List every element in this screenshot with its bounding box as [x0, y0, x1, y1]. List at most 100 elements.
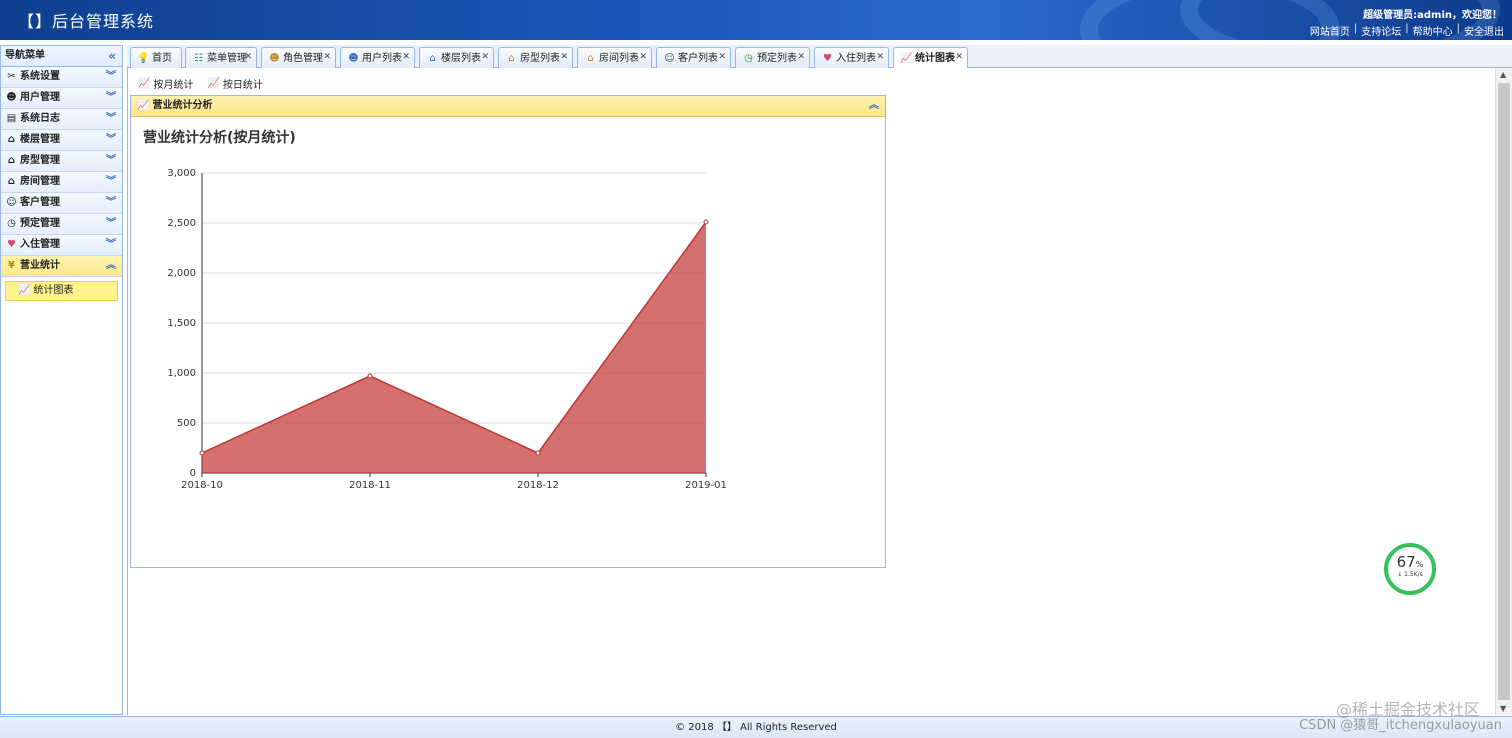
chevron-up-icon: ︽: [106, 260, 116, 271]
close-icon[interactable]: ✕: [955, 48, 963, 67]
sidebar-item-room-type-management[interactable]: ⌂ 房型管理 ︾: [1, 151, 122, 172]
house-icon: ⌂: [508, 52, 515, 64]
tab-checkin-list[interactable]: ♥ 入住列表 ✕: [814, 47, 889, 68]
heart-icon: ♥: [823, 52, 832, 64]
chart-icon: 📈: [207, 78, 220, 89]
sidebar-item-system-settings[interactable]: ✂ 系统设置 ︾: [1, 67, 122, 88]
y-tick-label: 2,000: [167, 268, 196, 279]
daily-stats-button[interactable]: 📈 按日统计: [207, 76, 262, 91]
tab-home[interactable]: 💡 首页: [130, 47, 182, 68]
tab-bar: 💡 首页 ☷ 菜单管理 ✕ ☻ 角色管理 ✕ ☻ 用户列表 ✕ ⌂ 楼层列表 ✕ ⌂ 房型列表 ✕ ⌂…: [127, 45, 1512, 69]
tab-stats-chart[interactable]: 📈 统计图表 ✕: [893, 47, 968, 69]
link-logout[interactable]: 安全退出: [1464, 23, 1504, 38]
clock-icon: ◷: [7, 218, 16, 229]
close-icon[interactable]: ✕: [797, 48, 805, 67]
panel-title: 营业统计分析: [152, 100, 213, 111]
scroll-thumb[interactable]: [1498, 83, 1510, 700]
chevron-down-icon: ︾: [106, 113, 116, 124]
role-icon: ☻: [269, 52, 280, 64]
sidebar-item-booking-management[interactable]: ◷ 预定管理 ︾: [1, 214, 122, 235]
data-point: [703, 219, 709, 225]
chevron-down-icon: ︾: [106, 92, 116, 103]
y-tick-label: 500: [177, 418, 196, 429]
close-icon[interactable]: ✕: [402, 48, 410, 67]
sidebar-item-room-management[interactable]: ⌂ 房间管理 ︾: [1, 172, 122, 193]
chevron-down-icon: ︾: [106, 134, 116, 145]
chevron-down-icon: ︾: [106, 239, 116, 250]
scroll-down-icon[interactable]: ▼: [1500, 704, 1506, 713]
y-tick-label: 3,000: [167, 168, 196, 179]
sidebar-item-floor-management[interactable]: ⌂ 楼层管理 ︾: [1, 130, 122, 151]
link-forum[interactable]: 支持论坛: [1361, 23, 1401, 38]
tab-room-list[interactable]: ⌂ 房间列表 ✕: [577, 47, 652, 68]
sidebar-item-business-stats[interactable]: ¥ 营业统计 ︽: [1, 256, 122, 277]
close-icon[interactable]: ✕: [244, 48, 252, 67]
panel-header: 📈 营业统计分析 ︽: [131, 96, 885, 117]
sidebar-item-user-management[interactable]: ☻ 用户管理 ︾: [1, 88, 122, 109]
close-icon[interactable]: ✕: [560, 48, 568, 67]
gauge-percent: 67: [1396, 553, 1416, 571]
link-help[interactable]: 帮助中心: [1413, 23, 1453, 38]
x-tick-label: 2018-12: [517, 480, 559, 491]
data-point: [367, 373, 373, 379]
series-area: [202, 222, 706, 473]
chart-icon: 📈: [138, 78, 151, 89]
header-links: 网站首页 | 支持论坛 | 帮助中心 | 安全退出: [1309, 23, 1504, 38]
tab-menu-management[interactable]: ☷ 菜单管理 ✕: [185, 47, 257, 68]
tools-icon: ✂: [7, 71, 16, 82]
chart-icon: 📈: [900, 53, 913, 64]
close-icon[interactable]: ✕: [639, 48, 647, 67]
toolbar: 📈 按月统计 📈 按日统计: [138, 76, 263, 91]
tab-customer-list[interactable]: ☺ 客户列表 ✕: [656, 47, 731, 68]
sidebar-title: 导航菜单: [5, 50, 45, 61]
sidebar: 导航菜单 « ✂ 系统设置 ︾ ☻ 用户管理 ︾ ▤ 系统日志 ︾ ⌂ 楼层管理 ︾ ⌂ 房型管理…: [0, 45, 123, 715]
tab-user-list[interactable]: ☻ 用户列表 ✕: [340, 47, 415, 68]
sidebar-subitem-stats-chart[interactable]: 📈 统计图表: [5, 281, 118, 301]
tab-booking-list[interactable]: ◷ 预定列表 ✕: [735, 47, 810, 68]
footer: © 2018 【】 All Rights Reserved: [0, 716, 1512, 738]
collapse-left-icon[interactable]: «: [108, 46, 116, 66]
chevron-down-icon: ︾: [106, 176, 116, 187]
y-tick-label: 1,000: [167, 368, 196, 379]
customer-icon: ☺: [664, 52, 675, 64]
link-home[interactable]: 网站首页: [1310, 23, 1350, 38]
watermark-csdn: CSDN @猿哥_itchengxulaoyuan: [1299, 718, 1502, 733]
chevron-up-icon[interactable]: ︽: [869, 96, 879, 116]
house-icon: ⌂: [587, 52, 594, 64]
chart-icon: 📈: [137, 100, 150, 111]
close-icon[interactable]: ✕: [481, 48, 489, 67]
x-tick-label: 2019-01: [685, 480, 727, 491]
gauge-speed: ↓ 1.5K/s: [1397, 571, 1423, 578]
top-header: 【】后台管理系统 超级管理员:admin，欢迎您！ 网站首页 | 支持论坛 | 帮助…: [0, 0, 1512, 40]
x-tick-label: 2018-10: [181, 480, 223, 491]
data-point: [199, 450, 205, 456]
close-icon[interactable]: ✕: [323, 48, 331, 67]
tab-room-type-list[interactable]: ⌂ 房型列表 ✕: [498, 47, 573, 68]
scroll-up-icon[interactable]: ▲: [1500, 70, 1506, 79]
sidebar-item-customer-management[interactable]: ☺ 客户管理 ︾: [1, 193, 122, 214]
house-icon: ⌂: [429, 52, 436, 64]
monthly-stats-button[interactable]: 📈 按月统计: [138, 76, 193, 91]
x-tick-label: 2018-11: [349, 480, 391, 491]
heart-icon: ♥: [7, 239, 16, 250]
chevron-down-icon: ︾: [106, 218, 116, 229]
sidebar-item-checkin-management[interactable]: ♥ 入住管理 ︾: [1, 235, 122, 256]
y-tick-label: 0: [190, 468, 196, 479]
tree-icon: ☷: [194, 52, 203, 64]
clock-icon: ◷: [744, 52, 753, 64]
footer-copyright: © 2018 【】 All Rights Reserved: [675, 722, 837, 733]
chevron-down-icon: ︾: [106, 155, 116, 166]
users-icon: ☻: [6, 92, 17, 103]
chart-icon: 📈: [18, 285, 31, 296]
tab-role-management[interactable]: ☻ 角色管理 ✕: [261, 47, 336, 68]
vertical-scrollbar[interactable]: ▲ ▼: [1495, 68, 1512, 715]
close-icon[interactable]: ✕: [876, 48, 884, 67]
sidebar-item-system-log[interactable]: ▤ 系统日志 ︾: [1, 109, 122, 130]
house-icon: ⌂: [7, 134, 16, 145]
welcome-text: 超级管理员:admin，欢迎您！: [1363, 10, 1502, 21]
close-icon[interactable]: ✕: [718, 48, 726, 67]
yen-icon: ¥: [8, 260, 15, 271]
network-speed-gauge[interactable]: 67% ↓ 1.5K/s: [1384, 543, 1436, 595]
main-content: 📈 按月统计 📈 按日统计 📈 营业统计分析 ︽ 0 500 1,000 1,500 2,0…: [127, 68, 1495, 715]
tab-floor-list[interactable]: ⌂ 楼层列表 ✕: [419, 47, 494, 68]
